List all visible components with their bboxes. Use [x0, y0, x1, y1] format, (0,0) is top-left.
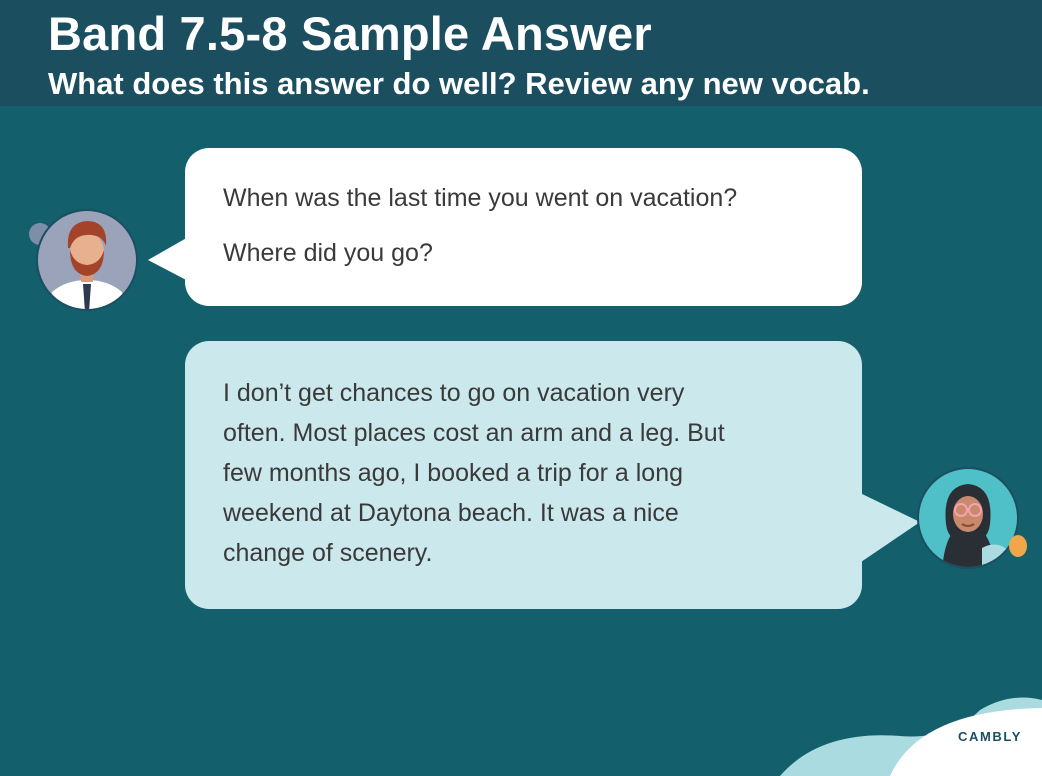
- answer-bubble-tail: [858, 492, 920, 564]
- page-subtitle: What does this answer do well? Review an…: [48, 66, 870, 101]
- question-line-2: Where did you go?: [223, 239, 433, 267]
- page-title: Band 7.5-8 Sample Answer: [48, 7, 652, 60]
- answer-bubble: I don’t get chances to go on vacation ve…: [185, 341, 862, 609]
- man-avatar-icon: [29, 209, 138, 311]
- header-band: Band 7.5-8 Sample Answer What does this …: [0, 0, 1042, 106]
- slide: Band 7.5-8 Sample Answer What does this …: [0, 0, 1042, 776]
- cambly-logo: CAMBLY: [958, 729, 1023, 744]
- question-line-1: When was the last time you went on vacat…: [223, 184, 738, 212]
- answer-text: I don’t get chances to go on vacation ve…: [223, 379, 725, 567]
- woman-avatar-icon: [917, 467, 1027, 569]
- question-bubble: When was the last time you went on vacat…: [185, 148, 862, 306]
- question-bubble-tail: [148, 236, 190, 282]
